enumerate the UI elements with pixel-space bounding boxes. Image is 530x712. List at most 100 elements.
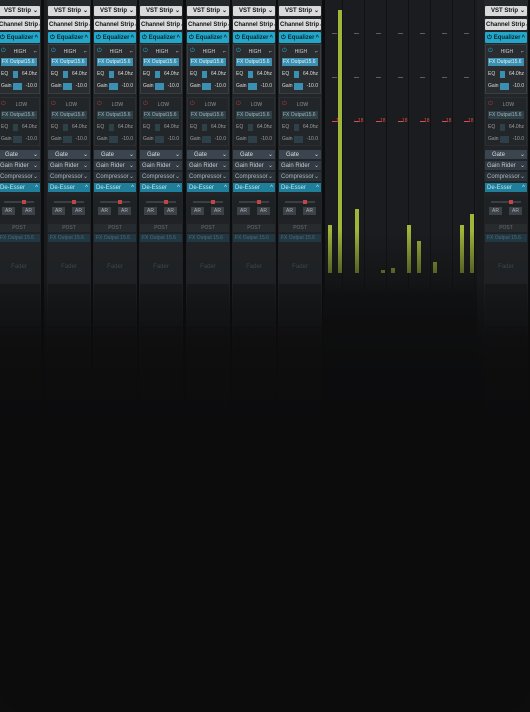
power-icon[interactable]: ⏻	[0, 35, 5, 41]
eq-frequency[interactable]: 64.0hz	[22, 124, 37, 130]
gain-value[interactable]: -10.0	[261, 83, 272, 89]
compressor-module[interactable]: Compressor ⌄	[94, 172, 136, 181]
fx-output-select[interactable]: FX Output15.6	[51, 111, 87, 119]
channel-strip-selector[interactable]: Channel Strip ⌄	[233, 19, 275, 30]
gain-value[interactable]: -10.0	[76, 136, 87, 142]
gain-rider-module[interactable]: Gain Rider ⌄	[94, 161, 136, 170]
gain-value[interactable]: -10.0	[513, 136, 524, 142]
gain-value[interactable]: -10.0	[76, 83, 87, 89]
eq-knob[interactable]	[108, 123, 114, 131]
send-slider[interactable]	[146, 200, 176, 204]
power-icon[interactable]: ⏻	[236, 48, 241, 55]
channel-strip-selector[interactable]: Channel Strip ⌄	[0, 19, 40, 30]
de-esser-module[interactable]: De-Esser ^	[48, 183, 90, 192]
eq-knob[interactable]	[293, 123, 299, 131]
eq-knob[interactable]	[201, 123, 207, 131]
gate-module[interactable]: Gate ⌄	[485, 150, 527, 159]
fx-output-select[interactable]: FX Output15.6	[1, 111, 37, 119]
send-slider[interactable]	[491, 200, 521, 204]
gain-value[interactable]: -10.0	[513, 83, 524, 89]
power-icon[interactable]: ⏻	[236, 101, 241, 108]
gain-value[interactable]: -10.0	[26, 136, 37, 142]
post-selector[interactable]: POST	[94, 224, 136, 232]
gain-slider[interactable]	[201, 82, 211, 90]
post-selector[interactable]: POST	[48, 224, 90, 232]
eq-frequency[interactable]: 64.0hz	[118, 71, 133, 77]
eq-frequency[interactable]: 64.0hz	[257, 71, 272, 77]
fx-output-select[interactable]: FX Output15.6	[488, 58, 524, 66]
fx-output-select[interactable]: FX Output15.6	[143, 111, 179, 119]
fx-output-select[interactable]: FX Output15.6	[282, 58, 318, 66]
channel-strip-selector[interactable]: Channel Strip ⌄	[187, 19, 229, 30]
compressor-module[interactable]: Compressor ⌄	[187, 172, 229, 181]
fx-output-select[interactable]: FX Output15.6	[236, 111, 272, 119]
eq-knob[interactable]	[62, 70, 68, 78]
automation-write-button[interactable]: AR	[118, 207, 131, 215]
eq-knob[interactable]	[293, 70, 299, 78]
fx-output-routing[interactable]: FX Output 15.6	[0, 234, 40, 242]
automation-write-button[interactable]: AR	[164, 207, 177, 215]
eq-frequency[interactable]: 64.0hz	[257, 124, 272, 130]
eq-frequency[interactable]: 64.0hz	[72, 71, 87, 77]
power-icon[interactable]: ⏻	[488, 48, 493, 55]
eq-frequency[interactable]: 64.0hz	[72, 124, 87, 130]
de-esser-module[interactable]: De-Esser ^	[94, 183, 136, 192]
gain-slider[interactable]	[293, 135, 303, 143]
post-selector[interactable]: POST	[140, 224, 182, 232]
power-icon[interactable]: ⏻	[281, 35, 286, 41]
vst-strip-selector[interactable]: VST Strip ⌄	[233, 6, 275, 16]
power-icon[interactable]: ⏻	[487, 35, 492, 41]
send-slider[interactable]	[54, 200, 84, 204]
automation-read-button[interactable]: AR	[237, 207, 250, 215]
power-icon[interactable]: ⏻	[50, 35, 55, 41]
gain-value[interactable]: -10.0	[215, 136, 226, 142]
power-icon[interactable]: ⏻	[1, 101, 6, 108]
channel-strip-selector[interactable]: Channel Strip ⌄	[140, 19, 182, 30]
eq-knob[interactable]	[12, 70, 18, 78]
compressor-module[interactable]: Compressor ⌄	[140, 172, 182, 181]
power-icon[interactable]: ⏻	[51, 101, 56, 108]
compressor-module[interactable]: Compressor ⌄	[485, 172, 527, 181]
power-icon[interactable]: ⏻	[97, 101, 102, 108]
gain-value[interactable]: -10.0	[122, 136, 133, 142]
eq-knob[interactable]	[499, 123, 505, 131]
gate-module[interactable]: Gate ⌄	[94, 150, 136, 159]
eq-frequency[interactable]: 64.0hz	[303, 124, 318, 130]
power-icon[interactable]: ⏻	[190, 48, 195, 55]
de-esser-module[interactable]: De-Esser ^	[187, 183, 229, 192]
automation-write-button[interactable]: AR	[303, 207, 316, 215]
power-icon[interactable]: ⏻	[97, 48, 102, 55]
eq-knob[interactable]	[12, 123, 18, 131]
automation-read-button[interactable]: AR	[191, 207, 204, 215]
power-icon[interactable]: ⏻	[189, 35, 194, 41]
gain-value[interactable]: -10.0	[26, 83, 37, 89]
fx-output-routing[interactable]: FX Output 15.6	[94, 234, 136, 242]
automation-read-button[interactable]: AR	[144, 207, 157, 215]
gain-value[interactable]: -10.0	[122, 83, 133, 89]
post-selector[interactable]: POST	[485, 224, 527, 232]
fx-output-routing[interactable]: FX Output 15.6	[233, 234, 275, 242]
power-icon[interactable]: ⏻	[235, 35, 240, 41]
eq-knob[interactable]	[108, 70, 114, 78]
gain-rider-module[interactable]: Gain Rider ⌄	[279, 161, 321, 170]
fx-output-select[interactable]: FX Output15.6	[190, 111, 226, 119]
gain-slider[interactable]	[247, 82, 257, 90]
equalizer-module[interactable]: ⏻ Equalizer ^	[485, 32, 527, 43]
gate-module[interactable]: Gate ⌄	[233, 150, 275, 159]
gate-module[interactable]: Gate ⌄	[48, 150, 90, 159]
gain-rider-module[interactable]: Gain Rider ⌄	[187, 161, 229, 170]
power-icon[interactable]: ⏻	[143, 48, 148, 55]
fx-output-select[interactable]: FX Output15.6	[488, 111, 524, 119]
gain-slider[interactable]	[108, 82, 118, 90]
vst-strip-selector[interactable]: VST Strip ⌄	[140, 6, 182, 16]
fx-output-select[interactable]: FX Output15.6	[236, 58, 272, 66]
power-icon[interactable]: ⏻	[488, 101, 493, 108]
gain-rider-module[interactable]: Gain Rider ⌄	[233, 161, 275, 170]
de-esser-module[interactable]: De-Esser ^	[233, 183, 275, 192]
vst-strip-selector[interactable]: VST Strip ⌄	[485, 6, 527, 16]
automation-write-button[interactable]: AR	[22, 207, 35, 215]
compressor-module[interactable]: Compressor ⌄	[233, 172, 275, 181]
gain-slider[interactable]	[62, 135, 72, 143]
fx-output-select[interactable]: FX Output15.6	[97, 58, 133, 66]
fx-output-routing[interactable]: FX Output 15.6	[279, 234, 321, 242]
